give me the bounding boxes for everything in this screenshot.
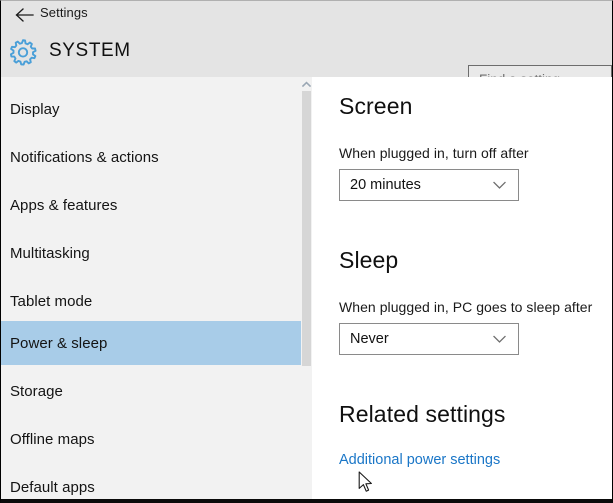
screen-timeout-dropdown[interactable]: 20 minutes [339, 169, 519, 201]
section-heading-sleep: Sleep [339, 247, 399, 273]
section-heading-related-settings: Related settings [339, 401, 506, 427]
sleep-timeout-dropdown[interactable]: Never [339, 323, 519, 355]
screen-timeout-label: When plugged in, turn off after [339, 145, 529, 161]
sidebar-item-multitasking[interactable]: Multitasking [1, 231, 312, 275]
sidebar-item-label: Offline maps [10, 430, 95, 448]
settings-content: Screen When plugged in, turn off after 2… [312, 77, 612, 499]
sidebar-item-label: Display [10, 100, 60, 118]
sidebar-item-default-apps[interactable]: Default apps [1, 465, 312, 499]
sleep-timeout-label: When plugged in, PC goes to sleep after [339, 299, 593, 315]
chevron-down-icon [493, 181, 506, 190]
sidebar-item-label: Tablet mode [10, 292, 93, 310]
sidebar-item-label: Notifications & actions [10, 148, 159, 166]
section-heading-screen: Screen [339, 93, 413, 119]
back-arrow-icon [14, 7, 34, 23]
back-button[interactable] [9, 2, 39, 27]
sidebar-item-notifications-actions[interactable]: Notifications & actions [1, 135, 312, 179]
chevron-down-icon [493, 335, 506, 344]
sidebar-item-label: Storage [10, 382, 63, 400]
window-title: Settings [40, 5, 88, 20]
sidebar-scrollbar-thumb[interactable] [302, 91, 311, 366]
settings-sidebar: Display Notifications & actions Apps & f… [1, 77, 312, 499]
settings-body: Display Notifications & actions Apps & f… [1, 77, 612, 499]
sidebar-item-offline-maps[interactable]: Offline maps [1, 417, 312, 461]
sidebar-item-label: Power & sleep [10, 334, 108, 352]
sidebar-item-label: Multitasking [10, 244, 90, 262]
sidebar-item-tablet-mode[interactable]: Tablet mode [1, 279, 312, 323]
additional-power-settings-link[interactable]: Additional power settings [339, 452, 500, 468]
sleep-timeout-value: Never [350, 331, 389, 347]
sidebar-item-display[interactable]: Display [1, 87, 312, 131]
page-title: SYSTEM [49, 40, 131, 61]
chevron-up-icon[interactable] [301, 77, 312, 91]
title-bar: Settings [1, 1, 612, 28]
screen-timeout-value: 20 minutes [350, 177, 421, 193]
settings-window: Settings SYSTEM Display Notifications & … [0, 0, 613, 503]
sidebar-item-storage[interactable]: Storage [1, 369, 312, 413]
sidebar-item-label: Default apps [10, 478, 95, 496]
settings-header: SYSTEM [1, 28, 612, 96]
sidebar-item-apps-features[interactable]: Apps & features [1, 183, 312, 227]
sidebar-item-label: Apps & features [10, 196, 118, 214]
sidebar-item-power-sleep[interactable]: Power & sleep [1, 321, 312, 365]
sidebar-scrollbar[interactable] [301, 77, 312, 499]
gear-icon [8, 37, 38, 67]
